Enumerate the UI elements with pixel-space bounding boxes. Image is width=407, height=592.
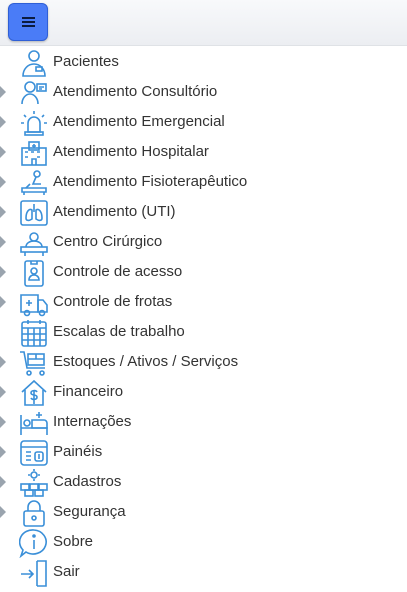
hospital-bed-icon [19, 408, 49, 438]
exit-door-icon [19, 558, 49, 588]
icu-lungs-icon [19, 198, 49, 228]
menu-item-internacoes[interactable]: Internações [0, 407, 407, 437]
dashboard-panel-icon [19, 438, 49, 468]
menu-item-financeiro[interactable]: Financeiro [0, 377, 407, 407]
menu-item-label: Atendimento Hospitalar [53, 143, 209, 160]
emergency-siren-icon [19, 108, 49, 138]
menu-item-estoques-ativos-servicos[interactable]: Estoques / Ativos / Serviços [0, 347, 407, 377]
hamburger-icon [21, 17, 35, 27]
patient-icon [19, 48, 49, 78]
menu-item-controle-de-frotas[interactable]: Controle de frotas [0, 287, 407, 317]
menu-item-label: Centro Cirúrgico [53, 233, 163, 250]
navigation-tree: Pacientes Atendimento Consultório Atendi… [0, 47, 407, 587]
menu-item-label: Financeiro [53, 383, 124, 400]
expand-caret-icon[interactable] [0, 446, 6, 458]
expand-caret-icon[interactable] [0, 266, 6, 278]
menu-item-atendimento-uti[interactable]: Atendimento (UTI) [0, 197, 407, 227]
menu-item-paineis[interactable]: Painéis [0, 437, 407, 467]
menu-item-label: Controle de acesso [53, 263, 183, 280]
info-icon [19, 528, 49, 558]
top-bar [0, 0, 407, 46]
expand-caret-icon[interactable] [0, 206, 6, 218]
expand-caret-icon[interactable] [0, 416, 6, 428]
expand-caret-icon[interactable] [0, 236, 6, 248]
menu-item-controle-de-acesso[interactable]: Controle de acesso [0, 257, 407, 287]
expand-caret-icon[interactable] [0, 176, 6, 188]
menu-item-label: Atendimento Emergencial [53, 113, 225, 130]
expand-caret-icon[interactable] [0, 146, 6, 158]
doctor-consultation-icon [19, 78, 49, 108]
ambulance-icon [19, 288, 49, 318]
stock-cart-icon [19, 348, 49, 378]
expand-caret-icon[interactable] [0, 386, 6, 398]
menu-item-seguranca[interactable]: Segurança [0, 497, 407, 527]
calendar-icon [19, 318, 49, 348]
expand-caret-icon[interactable] [0, 296, 6, 308]
expand-caret-icon[interactable] [0, 116, 6, 128]
menu-item-pacientes[interactable]: Pacientes [0, 47, 407, 77]
menu-item-label: Internações [53, 413, 132, 430]
menu-item-label: Atendimento Fisioterapêutico [53, 173, 248, 190]
menu-item-label: Controle de frotas [53, 293, 173, 310]
menu-item-label: Sobre [53, 533, 94, 550]
surgery-icon [19, 228, 49, 258]
menu-item-atendimento-consultorio[interactable]: Atendimento Consultório [0, 77, 407, 107]
expand-caret-icon[interactable] [0, 506, 6, 518]
menu-item-label: Cadastros [53, 473, 122, 490]
finance-house-dollar-icon [19, 378, 49, 408]
expand-caret-icon[interactable] [0, 356, 6, 368]
menu-item-escalas-de-trabalho[interactable]: Escalas de trabalho [0, 317, 407, 347]
hospital-building-icon [19, 138, 49, 168]
physiotherapy-icon [19, 168, 49, 198]
menu-toggle-button[interactable] [8, 3, 48, 41]
menu-item-centro-cirurgico[interactable]: Centro Cirúrgico [0, 227, 407, 257]
menu-item-label: Pacientes [53, 53, 119, 70]
menu-item-cadastros[interactable]: Cadastros [0, 467, 407, 497]
menu-item-label: Escalas de trabalho [53, 323, 185, 340]
menu-item-label: Atendimento (UTI) [53, 203, 176, 220]
expand-caret-icon[interactable] [0, 86, 6, 98]
lock-icon [19, 498, 49, 528]
menu-item-label: Segurança [53, 503, 126, 520]
menu-item-label: Sair [53, 563, 80, 580]
menu-item-atendimento-fisioterapeutico[interactable]: Atendimento Fisioterapêutico [0, 167, 407, 197]
menu-item-atendimento-hospitalar[interactable]: Atendimento Hospitalar [0, 137, 407, 167]
menu-item-sobre[interactable]: Sobre [0, 527, 407, 558]
id-badge-icon [19, 258, 49, 288]
menu-item-sair[interactable]: Sair [0, 557, 407, 587]
menu-item-atendimento-emergencial[interactable]: Atendimento Emergencial [0, 107, 407, 137]
menu-item-label: Atendimento Consultório [53, 83, 218, 100]
menu-item-label: Painéis [53, 443, 103, 460]
registrations-boxes-icon [19, 468, 49, 498]
menu-item-label: Estoques / Ativos / Serviços [53, 353, 239, 370]
expand-caret-icon[interactable] [0, 476, 6, 488]
